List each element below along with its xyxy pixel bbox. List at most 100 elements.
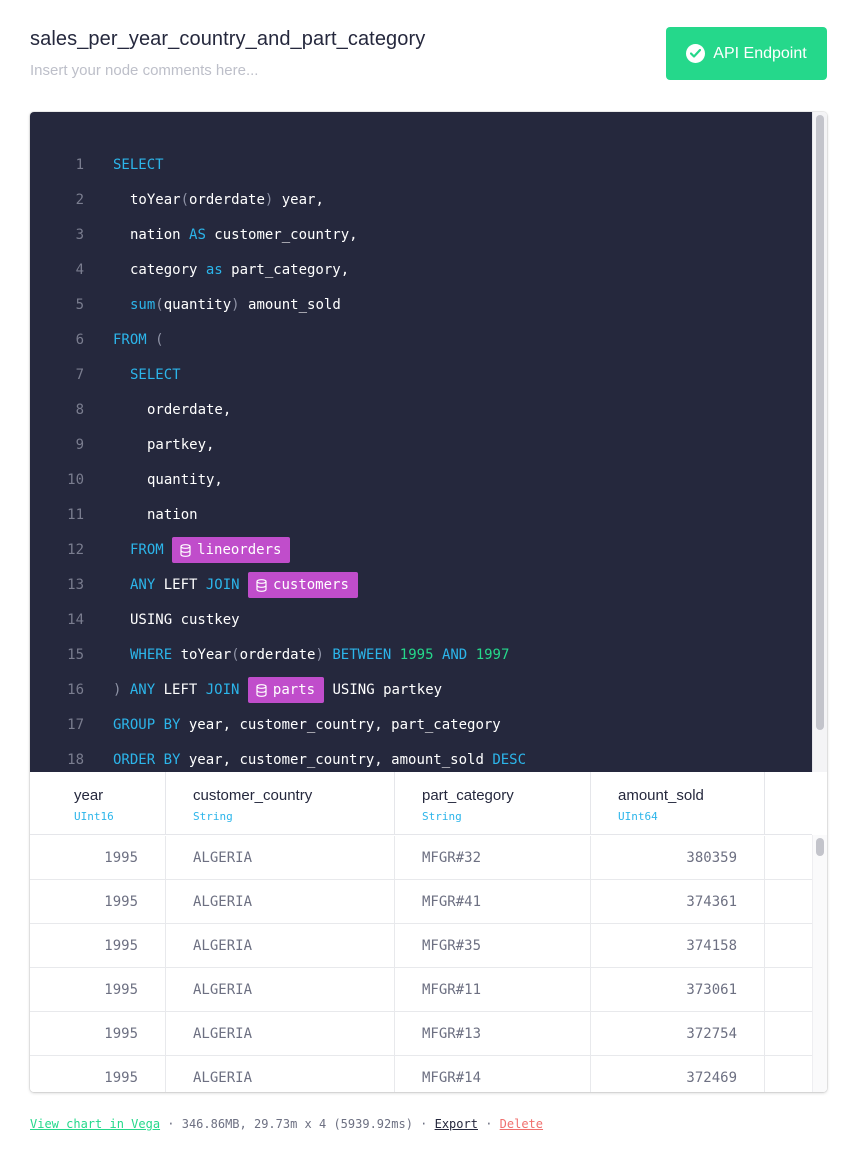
code-text: partkey, (147, 437, 214, 453)
sql-number: 1995 (399, 647, 434, 663)
line-number: 2 (75, 192, 84, 208)
line-number: 6 (75, 332, 84, 348)
table-cell: ALGERIA (166, 836, 395, 880)
code-text: nation AS customer_country, (130, 227, 358, 243)
sql-keyword: DESC (492, 752, 527, 768)
line-number: 10 (67, 472, 84, 488)
line-number: 7 (75, 367, 84, 383)
code-text: toYear(orderdate) year, (130, 192, 324, 208)
code-line[interactable]: 11 nation (30, 504, 812, 526)
table-cell: 1995 (30, 1012, 166, 1056)
database-icon (256, 578, 267, 592)
code-line[interactable]: 3 nation AS customer_country, (30, 224, 812, 246)
sql-token: orderdate (189, 192, 265, 208)
column-type: UInt64 (618, 810, 658, 823)
code-line[interactable]: 10 quantity, (30, 469, 812, 491)
code-text: USING custkey (130, 612, 240, 628)
node-title[interactable]: sales_per_year_country_and_part_category (30, 28, 425, 51)
node-comment-input[interactable]: Insert your node comments here... (30, 62, 258, 79)
table-cell: ALGERIA (166, 968, 395, 1012)
sql-token: nation (147, 507, 198, 523)
sql-token: year, customer_country, part_category (180, 717, 501, 733)
code-line[interactable]: 9 partkey, (30, 434, 812, 456)
cell-value: 1995 (104, 894, 138, 910)
code-line[interactable]: 8 orderdate, (30, 399, 812, 421)
datasource-tag[interactable]: customers (248, 572, 358, 598)
code-line[interactable]: 7 SELECT (30, 364, 812, 386)
column-header[interactable]: part_category String (395, 772, 591, 835)
cell-value: 372754 (686, 1026, 737, 1042)
cell-value: 372469 (686, 1070, 737, 1086)
code-line[interactable]: 5 sum(quantity) amount_sold (30, 294, 812, 316)
api-endpoint-button[interactable]: API Endpoint (666, 27, 827, 80)
column-header[interactable]: year UInt16 (30, 772, 166, 835)
table-cell: 1995 (30, 1056, 166, 1092)
node-card: 1 SELECT 2 toYear(orderdate) year, 3 nation A… (30, 112, 827, 1092)
cell-value: MFGR#32 (422, 850, 482, 866)
sql-token: quantity (163, 297, 232, 313)
sql-keyword: ORDER BY (113, 752, 181, 768)
table-cell: 372754 (591, 1012, 765, 1056)
cell-value: MFGR#14 (422, 1070, 482, 1086)
cell-value: 1995 (104, 938, 138, 954)
cell-value: MFGR#35 (422, 938, 482, 954)
line-number: 3 (75, 227, 84, 243)
sql-editor[interactable]: 1 SELECT 2 toYear(orderdate) year, 3 nation A… (30, 112, 812, 772)
code-line[interactable]: 1 SELECT (30, 154, 812, 176)
code-line[interactable]: 15 WHERE toYear(orderdate) BETWEEN 1995 A… (30, 644, 812, 666)
code-line[interactable]: 12 FROM lineorders (30, 537, 812, 563)
table-row[interactable]: 1995 ALGERIA MFGR#35 374158 (30, 924, 812, 968)
cell-value: 380359 (686, 850, 737, 866)
delete-link[interactable]: Delete (500, 1117, 543, 1131)
table-row[interactable]: 1995 ALGERIA MFGR#32 380359 (30, 836, 812, 880)
code-line[interactable]: 6 FROM ( (30, 329, 812, 351)
column-header[interactable]: customer_country String (166, 772, 395, 835)
code-line[interactable]: 13 ANY LEFT JOIN customers (30, 572, 812, 598)
check-circle-icon (686, 44, 706, 63)
export-link[interactable]: Export (435, 1117, 478, 1131)
code-line[interactable]: 18 ORDER BY year, customer_country, amoun… (30, 749, 812, 771)
table-cell: MFGR#35 (395, 924, 591, 968)
footer-separator: · (412, 1117, 435, 1131)
database-icon (180, 543, 191, 557)
table-cell: 372469 (591, 1056, 765, 1092)
view-chart-link[interactable]: View chart in Vega (30, 1117, 160, 1131)
datasource-tag[interactable]: parts (247, 677, 325, 703)
line-number: 15 (67, 647, 84, 663)
column-name: amount_sold (618, 787, 704, 804)
sql-token: amount_sold (239, 297, 341, 313)
column-header[interactable]: amount_sold UInt64 (591, 772, 765, 835)
results-scrollbar-thumb[interactable] (816, 838, 824, 856)
sql-keyword: ANY (130, 577, 156, 593)
code-line[interactable]: 16) ANY LEFT JOIN parts USING partkey (30, 677, 812, 703)
editor-scrollbar-thumb[interactable] (816, 115, 824, 730)
sql-token: ( (146, 332, 164, 348)
sql-token: part_category, (222, 262, 350, 278)
table-row[interactable]: 1995 ALGERIA MFGR#14 372469 (30, 1056, 812, 1092)
datasource-name: lineorders (197, 542, 282, 558)
column-name: customer_country (193, 787, 313, 804)
sql-token: ( (180, 192, 190, 208)
results-scrollbar[interactable] (812, 835, 827, 1092)
code-line[interactable]: 14 USING custkey (30, 609, 812, 631)
node-header: sales_per_year_country_and_part_category… (30, 27, 827, 88)
cell-value: ALGERIA (193, 938, 253, 954)
datasource-tag[interactable]: lineorders (172, 537, 291, 563)
column-type: UInt16 (74, 810, 114, 823)
code-line[interactable]: 2 toYear(orderdate) year, (30, 189, 812, 211)
code-line[interactable]: 4 category as part_category, (30, 259, 812, 281)
cell-value: ALGERIA (193, 1070, 253, 1086)
table-cell: ALGERIA (166, 1056, 395, 1092)
table-row[interactable]: 1995 ALGERIA MFGR#11 373061 (30, 968, 812, 1012)
table-cell: MFGR#11 (395, 968, 591, 1012)
table-row[interactable]: 1995 ALGERIA MFGR#13 372754 (30, 1012, 812, 1056)
cell-value: MFGR#13 (422, 1026, 482, 1042)
cell-value: 1995 (104, 1070, 138, 1086)
sql-token: nation (130, 227, 190, 243)
table-row[interactable]: 1995 ALGERIA MFGR#41 374361 (30, 880, 812, 924)
editor-scrollbar[interactable] (812, 112, 827, 772)
sql-token: ( (231, 647, 240, 663)
cell-value: 374158 (686, 938, 737, 954)
code-line[interactable]: 17 GROUP BY year, customer_country, part_… (30, 714, 812, 736)
